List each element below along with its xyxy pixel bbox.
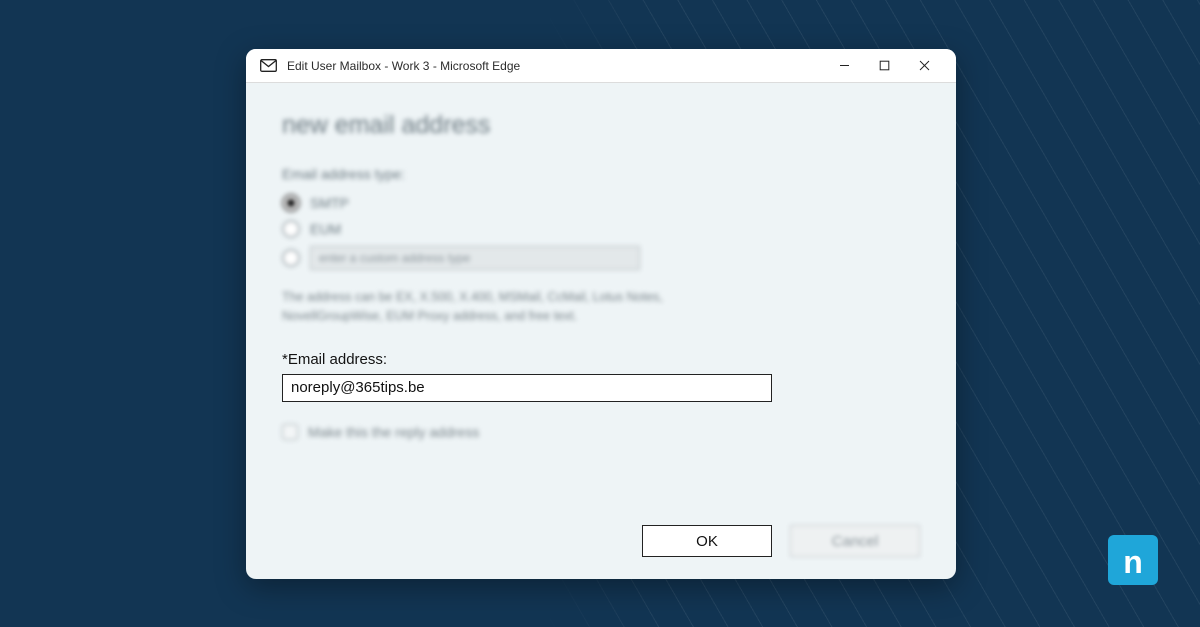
helper-text: The address can be EX, X.500, X.400, MSM… — [282, 288, 762, 327]
dialog-window: Edit User Mailbox - Work 3 - Microsoft E… — [246, 49, 956, 579]
radio-icon — [282, 220, 300, 238]
form-heading: new email address — [282, 111, 920, 140]
radio-smtp-label: SMTP — [310, 195, 349, 211]
checkbox-icon — [282, 424, 298, 440]
radio-smtp[interactable]: SMTP — [282, 194, 920, 212]
radio-icon — [282, 249, 300, 267]
maximize-button[interactable] — [864, 49, 904, 83]
window-title: Edit User Mailbox - Work 3 - Microsoft E… — [287, 59, 824, 73]
email-address-label: *Email address: — [282, 351, 920, 368]
email-field-group: *Email address: — [282, 351, 920, 402]
dialog-content: new email address Email address type: SM… — [246, 83, 956, 579]
dialog-button-row: OK Cancel — [642, 525, 920, 557]
mail-icon — [260, 59, 277, 72]
ok-button[interactable]: OK — [642, 525, 772, 557]
reply-address-checkbox-label: Make this the reply address — [308, 424, 479, 440]
radio-icon-selected — [282, 194, 300, 212]
email-address-input[interactable] — [282, 374, 772, 402]
blurred-section: new email address Email address type: SM… — [282, 111, 920, 327]
address-type-label: Email address type: — [282, 166, 920, 182]
reply-address-checkbox-row[interactable]: Make this the reply address — [282, 424, 920, 440]
radio-eum[interactable]: EUM — [282, 220, 920, 238]
brand-logo: n — [1108, 535, 1158, 585]
close-button[interactable] — [904, 49, 944, 83]
custom-address-type-input[interactable]: enter a custom address type — [310, 246, 640, 270]
radio-eum-label: EUM — [310, 221, 341, 237]
brand-logo-letter: n — [1123, 546, 1143, 578]
radio-custom[interactable]: enter a custom address type — [282, 246, 920, 270]
cancel-button[interactable]: Cancel — [790, 525, 920, 557]
minimize-button[interactable] — [824, 49, 864, 83]
window-titlebar: Edit User Mailbox - Work 3 - Microsoft E… — [246, 49, 956, 83]
